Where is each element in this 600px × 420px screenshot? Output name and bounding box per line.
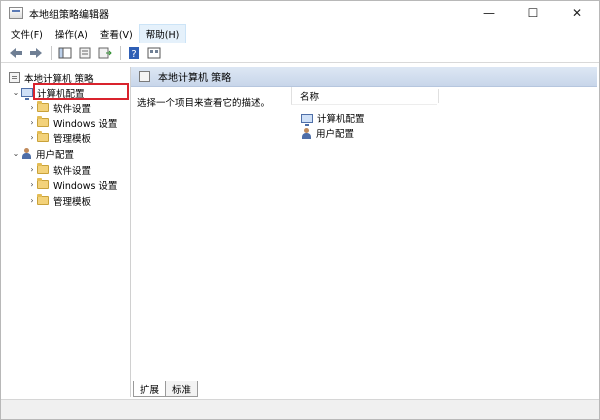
folder-icon — [37, 131, 49, 142]
menu-help[interactable]: 帮助(H) — [138, 24, 187, 44]
tree-item-label: Windows 设置 — [53, 180, 118, 192]
app-icon — [9, 7, 23, 19]
svg-text:?: ? — [131, 49, 136, 59]
tree-pane: 本地计算机 策略 ⌄ 计算机配置 › 软件设置 › Windows 设置 › 管… — [5, 67, 131, 397]
chevron-right-icon[interactable]: › — [27, 196, 37, 205]
chevron-right-icon[interactable]: › — [27, 103, 37, 112]
tab-extended[interactable]: 扩展 — [133, 381, 167, 397]
menu-file[interactable]: 文件(F) — [5, 25, 49, 43]
help-icon[interactable]: ? — [125, 45, 143, 61]
tree-item-software-settings[interactable]: › 软件设置 — [27, 100, 91, 115]
menu-view[interactable]: 查看(V) — [94, 25, 139, 43]
tree-item-label: 用户配置 — [36, 149, 75, 161]
tree-item-user-admin-templates[interactable]: › 管理模板 — [27, 193, 91, 208]
folder-icon — [37, 101, 49, 112]
tree-item-admin-templates[interactable]: › 管理模板 — [27, 130, 91, 145]
maximize-button[interactable]: ☐ — [511, 1, 555, 25]
tree-item-user-software-settings[interactable]: › 软件设置 — [27, 162, 91, 177]
chevron-right-icon[interactable]: › — [27, 133, 37, 142]
properties-icon[interactable] — [76, 45, 94, 61]
back-icon[interactable] — [7, 45, 25, 61]
user-icon — [21, 148, 32, 159]
tab-standard[interactable]: 标准 — [165, 381, 199, 397]
chevron-right-icon[interactable]: › — [27, 180, 37, 189]
tree-item-label: 计算机配置 — [37, 88, 85, 100]
column-header-name[interactable]: 名称 — [291, 87, 439, 105]
folder-icon — [37, 178, 49, 189]
toolbar-separator — [120, 45, 121, 60]
title-bar[interactable]: 本地组策略编辑器 — ☐ ✕ — [1, 1, 599, 25]
toolbar: ? — [1, 43, 599, 63]
chevron-down-icon[interactable]: ⌄ — [11, 149, 21, 158]
folder-icon — [37, 116, 49, 127]
content-header: 本地计算机 策略 — [131, 67, 597, 87]
list-item-user[interactable]: 用户配置 — [301, 126, 354, 140]
tree-item-label: 管理模板 — [53, 133, 92, 145]
computer-icon — [21, 88, 33, 100]
view-icon[interactable] — [145, 45, 163, 61]
content-description: 选择一个项目来查看它的描述。 — [137, 98, 271, 109]
content-header-title: 本地计算机 策略 — [158, 73, 232, 84]
computer-icon — [301, 113, 313, 126]
policy-icon — [9, 72, 20, 83]
tree-item-label: Windows 设置 — [53, 118, 118, 130]
tree-item-user-windows-settings[interactable]: › Windows 设置 — [27, 177, 117, 192]
tree-item-label: 软件设置 — [53, 103, 92, 115]
folder-icon — [37, 194, 49, 205]
forward-icon[interactable] — [27, 45, 45, 61]
chevron-right-icon[interactable]: › — [27, 118, 37, 127]
view-tabs: 扩展 标准 — [133, 381, 199, 397]
content-pane: 本地计算机 策略 选择一个项目来查看它的描述。 名称 计算机配置 用户配置 — [131, 67, 597, 397]
window-controls: — ☐ ✕ — [467, 1, 599, 25]
list-item-label: 用户配置 — [316, 129, 355, 140]
close-button[interactable]: ✕ — [555, 1, 599, 25]
tree-item-computer[interactable]: ⌄ 计算机配置 — [11, 85, 85, 100]
window-title: 本地组策略编辑器 — [29, 9, 109, 21]
user-icon — [301, 127, 312, 139]
policy-icon — [139, 71, 150, 82]
list-item-label: 计算机配置 — [317, 114, 365, 125]
minimize-button[interactable]: — — [467, 1, 511, 25]
menu-bar: 文件(F) 操作(A) 查看(V) 帮助(H) — [1, 24, 599, 44]
chevron-right-icon[interactable]: › — [27, 165, 37, 174]
export-list-icon[interactable] — [96, 45, 114, 61]
tree-item-windows-settings[interactable]: › Windows 设置 — [27, 115, 117, 130]
list-item-computer[interactable]: 计算机配置 — [301, 111, 365, 126]
tree-item-label: 软件设置 — [53, 165, 92, 177]
show-hide-tree-icon[interactable] — [56, 45, 74, 61]
tree-root[interactable]: 本地计算机 策略 — [9, 70, 94, 85]
tree-root-label: 本地计算机 策略 — [24, 73, 94, 85]
main-window: 本地组策略编辑器 — ☐ ✕ 文件(F) 操作(A) 查看(V) 帮助(H) ?… — [0, 0, 600, 420]
folder-icon — [37, 163, 49, 174]
column-header-label: 名称 — [300, 91, 320, 103]
menu-action[interactable]: 操作(A) — [49, 25, 94, 43]
tree-item-user[interactable]: ⌄ 用户配置 — [11, 146, 74, 161]
chevron-down-icon[interactable]: ⌄ — [11, 88, 21, 97]
toolbar-separator — [51, 45, 52, 60]
tree-item-label: 管理模板 — [53, 196, 92, 208]
status-bar — [1, 399, 599, 419]
